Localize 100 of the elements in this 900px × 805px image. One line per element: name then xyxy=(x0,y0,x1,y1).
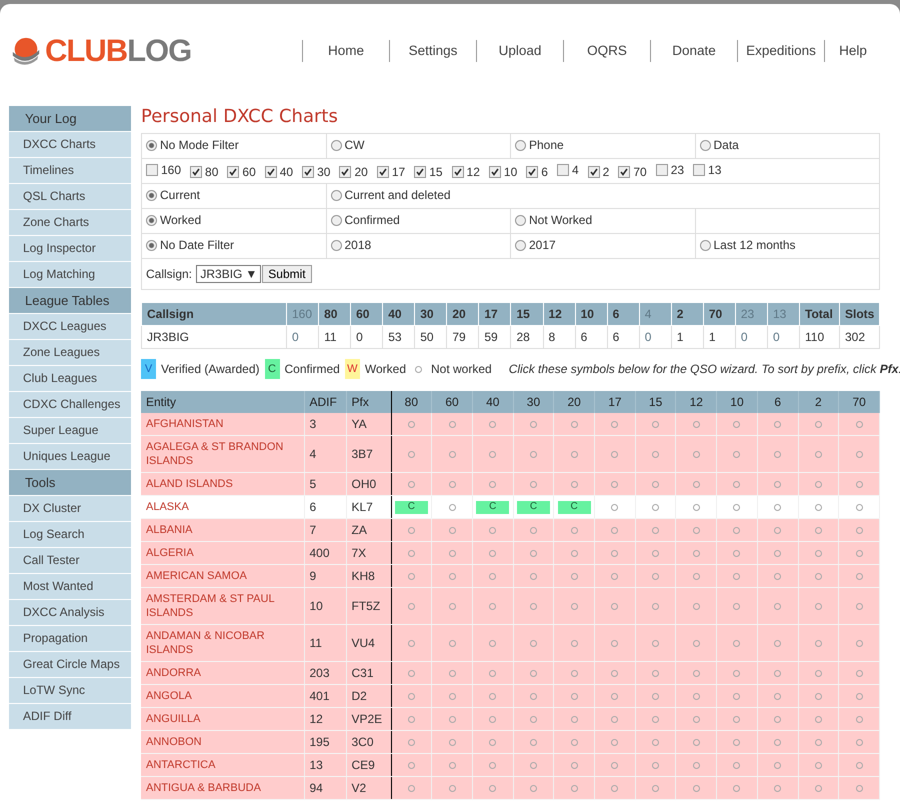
entity-link[interactable]: ALBANIA xyxy=(146,523,298,537)
band-option[interactable]: 70 xyxy=(618,165,647,179)
table-cell: ZA xyxy=(352,523,367,537)
nav-link[interactable]: Help xyxy=(824,40,881,62)
column-header: Entity xyxy=(141,391,304,413)
table-cell: KL7 xyxy=(352,500,373,514)
band-option[interactable]: 4 xyxy=(556,163,579,177)
column-header: 20 xyxy=(554,391,595,413)
sidebar-item[interactable]: Log Inspector xyxy=(9,236,131,261)
table-cell: 28 xyxy=(516,330,530,344)
radio-option[interactable]: CW xyxy=(330,138,364,152)
band-option[interactable]: 6 xyxy=(526,165,548,179)
band-option[interactable]: 12 xyxy=(452,165,480,179)
band-option[interactable]: 160 xyxy=(146,163,182,177)
nav-link[interactable]: Upload xyxy=(476,40,563,62)
sidebar-item[interactable]: DXCC Charts xyxy=(9,132,131,157)
table-cell: V2 xyxy=(352,781,366,795)
sidebar-item[interactable]: LoTW Sync xyxy=(9,678,131,703)
band-option[interactable]: 23 xyxy=(656,163,684,177)
column-header: 10 xyxy=(580,307,594,321)
entity-link[interactable]: ALASKA xyxy=(146,500,298,514)
radio-option[interactable]: Current and deleted xyxy=(330,188,451,202)
column-header: 12 xyxy=(548,307,562,321)
sidebar-item[interactable]: Call Tester xyxy=(9,548,131,573)
nav-link[interactable]: Home xyxy=(302,40,389,62)
qso-status[interactable]: C xyxy=(394,500,428,514)
entity-link[interactable]: AMERICAN SAMOA xyxy=(146,569,298,583)
band-option[interactable]: 30 xyxy=(302,165,330,179)
band-option[interactable]: 15 xyxy=(414,165,443,179)
nav-link[interactable]: Expeditions xyxy=(737,40,824,62)
radio-option[interactable]: 2018 xyxy=(330,238,372,252)
sidebar-item[interactable]: Uniques League xyxy=(9,444,131,469)
table-cell: C31 xyxy=(352,666,374,680)
sidebar-item[interactable]: Super League xyxy=(9,418,131,443)
band-option[interactable]: 2 xyxy=(588,165,610,179)
radio-option[interactable]: Current xyxy=(146,188,200,202)
band-option[interactable]: 40 xyxy=(264,165,294,179)
entity-link[interactable]: ANTIGUA & BARBUDA xyxy=(146,781,298,795)
entity-link[interactable]: ANNOBON xyxy=(146,735,298,749)
entity-link[interactable]: ANGOLA xyxy=(146,689,298,703)
radio-option[interactable]: 2017 xyxy=(515,238,556,252)
nav-link[interactable]: Settings xyxy=(389,40,476,62)
column-header: ADIF xyxy=(304,391,346,413)
entity-link[interactable]: AMSTERDAM & ST PAUL ISLANDS xyxy=(146,592,298,620)
sidebar-item[interactable]: ADIF Diff xyxy=(9,704,131,729)
entity-link[interactable]: ALAND ISLANDS xyxy=(146,477,298,491)
qso-status[interactable]: C xyxy=(516,500,550,514)
qso-status[interactable]: C xyxy=(558,500,591,514)
sidebar-item[interactable]: Log Matching xyxy=(9,262,131,287)
submit-button[interactable]: Submit xyxy=(262,265,312,283)
column-header: 70 xyxy=(838,391,880,413)
nav-link[interactable]: OQRS xyxy=(563,40,650,62)
band-option[interactable]: 60 xyxy=(227,165,256,179)
table-cell: 59 xyxy=(484,330,498,344)
entity-link[interactable]: ANDORRA xyxy=(146,666,298,680)
radio-option[interactable]: Worked xyxy=(146,213,202,228)
column-header: 13 xyxy=(772,307,786,321)
sidebar-item[interactable]: Most Wanted xyxy=(9,574,131,599)
column-header: 6 xyxy=(612,307,620,321)
entity-link[interactable]: ALGERIA xyxy=(146,546,298,560)
entity-link[interactable]: ANTARCTICA xyxy=(146,758,298,772)
nav-link[interactable]: Donate xyxy=(650,40,737,62)
band-option[interactable]: 13 xyxy=(693,163,722,177)
sidebar-item[interactable]: Zone Charts xyxy=(9,210,131,235)
band-option[interactable]: 80 xyxy=(190,165,218,179)
radio-option[interactable]: Data xyxy=(700,138,739,152)
table-cell: 79 xyxy=(452,330,466,344)
table-cell: 401 xyxy=(310,689,330,703)
sidebar-item[interactable]: Zone Leagues xyxy=(9,340,131,365)
entity-link[interactable]: AFGHANISTAN xyxy=(146,417,298,431)
entity-link[interactable]: ANDAMAN & NICOBAR ISLANDS xyxy=(146,629,298,657)
sidebar-item[interactable]: DX Cluster xyxy=(9,496,131,521)
sidebar-item[interactable]: Club Leagues xyxy=(9,366,131,391)
legend-note: Click these symbols below for the QSO wizard. To sort by prefix, click Pfx. xyxy=(508,362,900,376)
sidebar-item[interactable]: Timelines xyxy=(9,158,131,183)
entity-link[interactable]: ANGUILLA xyxy=(146,712,298,726)
sidebar-item[interactable]: Log Search xyxy=(9,522,131,547)
entity-link[interactable]: AGALEGA & ST BRANDON ISLANDS xyxy=(146,440,298,468)
sidebar-item[interactable]: DXCC Leagues xyxy=(9,314,131,339)
table-cell: 10 xyxy=(310,599,323,613)
column-header: 60 xyxy=(432,391,472,413)
column-header[interactable]: Pfx xyxy=(346,391,391,413)
legend-label: Confirmed xyxy=(284,362,340,376)
qso-status[interactable]: C xyxy=(476,500,510,514)
sidebar-item[interactable]: Great Circle Maps xyxy=(9,652,131,677)
column-header: 17 xyxy=(594,391,636,413)
sidebar-item[interactable]: QSL Charts xyxy=(9,184,131,209)
table-cell: 11 xyxy=(310,636,322,650)
callsign-select[interactable]: JR3BIG ▼ xyxy=(196,265,262,283)
column-header: 6 xyxy=(757,391,798,413)
column-header: 4 xyxy=(644,307,652,321)
radio-option[interactable]: Phone xyxy=(515,138,564,152)
band-option[interactable]: 10 xyxy=(488,165,518,179)
table-cell: OH0 xyxy=(352,477,376,491)
sidebar-item[interactable]: DXCC Analysis xyxy=(9,600,131,625)
sidebar-item[interactable]: CDXC Challenges xyxy=(9,392,131,417)
band-option[interactable]: 17 xyxy=(376,165,406,179)
band-option[interactable]: 20 xyxy=(339,165,368,179)
clublog-logo[interactable]: CLUBLOG xyxy=(10,33,302,69)
sidebar-item[interactable]: Propagation xyxy=(9,626,131,651)
